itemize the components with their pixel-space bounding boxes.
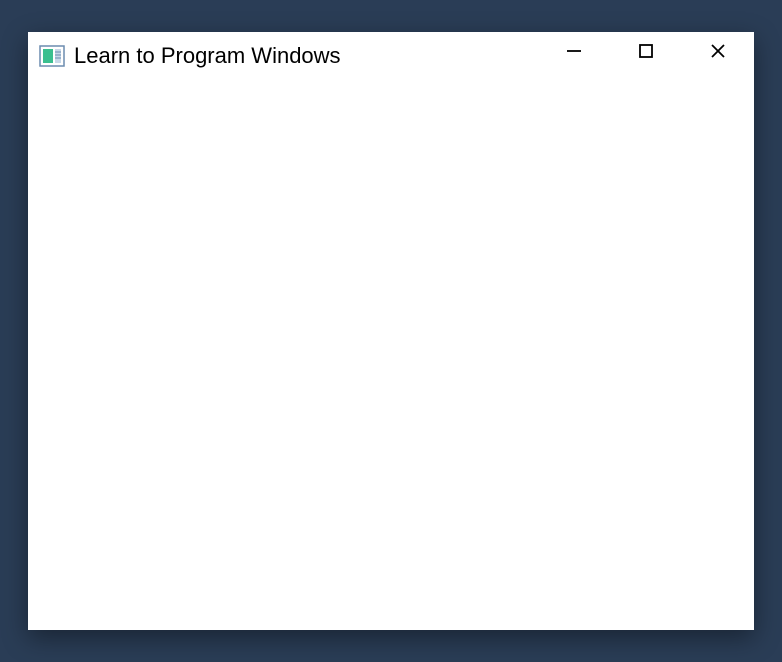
close-button[interactable] bbox=[682, 32, 754, 72]
maximize-button[interactable] bbox=[610, 32, 682, 72]
app-window: Learn to Program Windows bbox=[28, 32, 754, 630]
titlebar[interactable]: Learn to Program Windows bbox=[28, 32, 754, 80]
window-title: Learn to Program Windows bbox=[74, 43, 538, 69]
minimize-button[interactable] bbox=[538, 32, 610, 72]
window-controls bbox=[538, 32, 754, 80]
close-icon bbox=[708, 41, 728, 64]
maximize-icon bbox=[636, 41, 656, 64]
client-area bbox=[28, 80, 754, 630]
app-icon bbox=[38, 42, 66, 70]
minimize-icon bbox=[564, 41, 584, 64]
